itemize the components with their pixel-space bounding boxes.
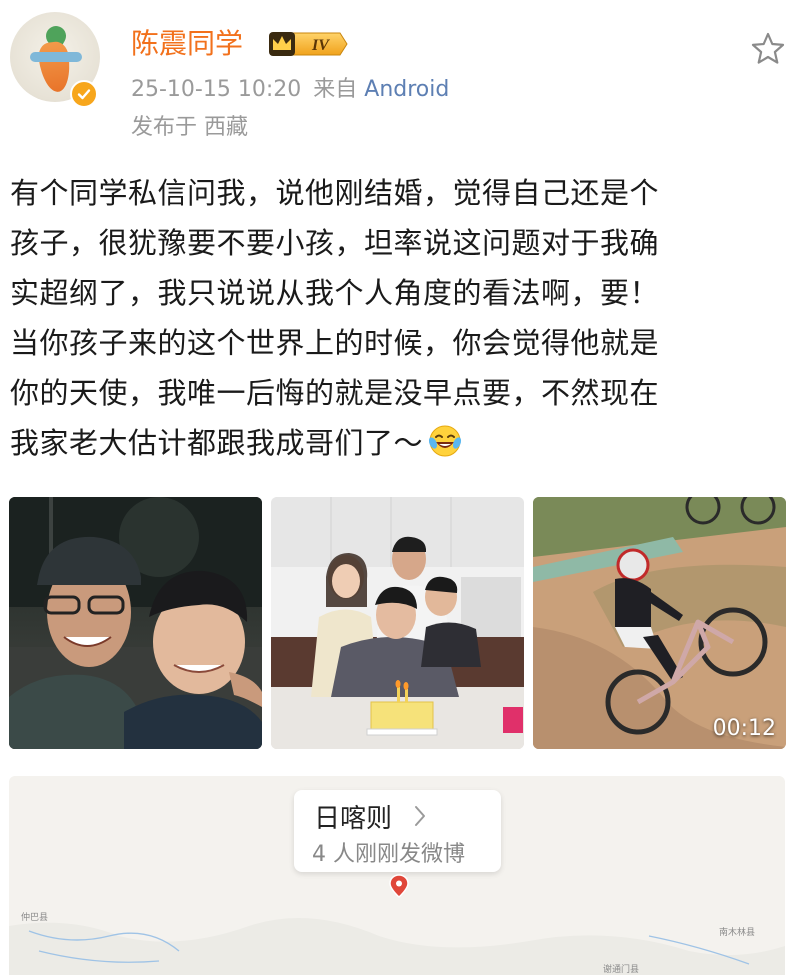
post-image-family[interactable] [271,497,524,749]
vip-crown-badge-icon[interactable]: IV [268,30,348,58]
post-location: 发布于 西藏 [131,115,248,140]
laughing-tears-emoji-icon [428,425,462,457]
location-post-count: 4 人刚刚发微博 [312,842,465,867]
username[interactable]: 陈震同学 [131,26,243,62]
post-line: 有个同学私信问我，说他刚结婚，觉得自己还是个 [10,176,660,210]
post-line: 你的天使，我唯一后悔的就是没早点要，不然现在 [10,376,660,410]
bike-video-art [533,497,786,749]
verified-badge-icon [70,80,98,108]
post-timestamp: 25-10-15 10:20 [131,77,302,102]
map-pin-icon [389,874,409,898]
post-line: 实超纲了，我只说说从我个人角度的看法啊，要！ [10,276,660,310]
weibo-post: 陈震同学 IV 25-10-15 10:20 来自 Android 发布于 西藏 … [0,0,792,975]
location-card[interactable]: 日喀则 4 人刚刚发微博 [294,790,501,872]
avatar-stripe [30,52,82,62]
video-duration: 00:12 [712,716,776,741]
map-label-west: 仲巴县 [21,913,49,923]
map-label-south: 谢通门县 [603,965,640,975]
selfie-photo-art [9,497,262,749]
avatar-carrot [36,40,74,94]
family-photo-art [271,497,524,749]
chevron-right-icon [415,806,425,826]
post-line: 孩子，很犹豫要不要小孩，坦率说这问题对于我确 [10,226,660,260]
post-video-bike[interactable]: 00:12 [533,497,786,749]
post-meta: 25-10-15 10:20 来自 Android [131,76,449,104]
favorite-star-icon[interactable] [749,30,787,68]
checkmark-icon [77,89,91,100]
post-line: 我家老大估计都跟我成哥们了～ [10,426,424,460]
post-body: 有个同学私信问我，说他刚结婚，觉得自己还是个 孩子，很犹豫要不要小孩，坦率说这问… [10,168,780,468]
post-line-last: 我家老大估计都跟我成哥们了～ [10,418,780,468]
location-name: 日喀则 [314,804,393,834]
post-line: 当你孩子来的这个世界上的时候，你会觉得他就是 [10,326,660,360]
map-label-east: 南木林县 [719,928,756,938]
source-prefix: 来自 [313,77,358,102]
source-link[interactable]: Android [364,77,449,102]
vip-level-text: IV [311,37,330,54]
post-image-selfie[interactable] [9,497,262,749]
